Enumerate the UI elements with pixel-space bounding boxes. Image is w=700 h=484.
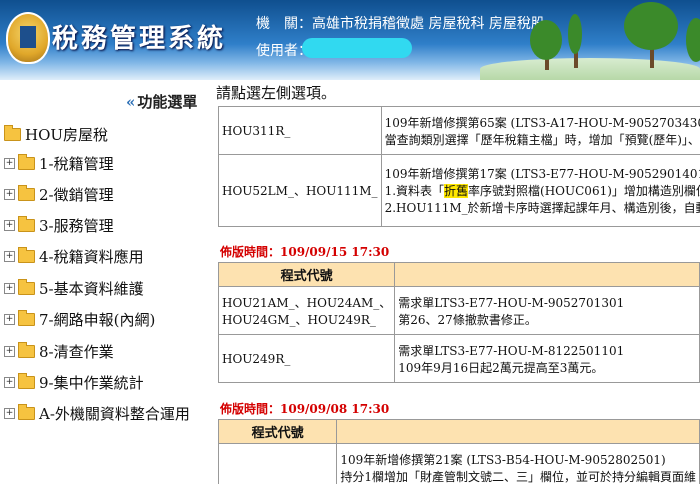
system-title: 稅務管理系統 bbox=[52, 24, 227, 54]
table-header-row: 程式代號 bbox=[217, 262, 700, 287]
change-description: 109年新增修撰第17案 (LTS3-E77-HOU-M-9052901401)… bbox=[380, 154, 700, 227]
expand-plus-icon[interactable]: + bbox=[4, 189, 15, 200]
sidebar-menu: «功能選單 HOU房屋稅 +1-稅籍管理 +2-徵銷管理 +3-服務管理 +4-… bbox=[0, 80, 215, 484]
user-name-redacted bbox=[302, 38, 412, 58]
content-panel: 請點選左側選項。 HOU311R_ 109年新增修撰第65案 (LTS3-A17… bbox=[216, 80, 700, 484]
tree-icon bbox=[530, 20, 562, 60]
program-code: HOU311R_ bbox=[218, 106, 382, 155]
org-info: 機 關：高雄市稅捐稽徵處 房屋稅科 房屋稅股 bbox=[256, 13, 545, 33]
menu-item-7[interactable]: +7-網路申報(內網) bbox=[4, 309, 155, 330]
change-description: 需求單LTS3-E77-HOU-M-8122501101 109年9月16日起2… bbox=[394, 334, 700, 383]
program-code: HOU249R_ bbox=[217, 334, 396, 383]
menu-heading[interactable]: «功能選單 bbox=[126, 91, 197, 112]
release-table-1: HOU311R_ 109年新增修撰第65案 (LTS3-A17-HOU-M-90… bbox=[218, 106, 700, 227]
release-date: 佈版時間：109/09/15 17:30 bbox=[220, 245, 390, 259]
program-code: HOU52LM_、HOU111M_ bbox=[218, 154, 382, 227]
expand-plus-icon[interactable]: + bbox=[4, 158, 15, 169]
table-row: HOU52LM_、HOU111M_ 109年新增修撰第17案 (LTS3-E77… bbox=[218, 154, 700, 227]
folder-icon bbox=[18, 342, 35, 358]
menu-item-5[interactable]: +5-基本資料維護 bbox=[4, 278, 144, 299]
folder-icon bbox=[18, 154, 35, 170]
select-prompt: 請點選左側選項。 bbox=[216, 84, 337, 102]
collapse-arrows-icon[interactable]: « bbox=[126, 93, 135, 111]
agency-logo bbox=[6, 12, 50, 64]
release-date: 佈版時間：109/09/08 17:30 bbox=[220, 402, 390, 416]
menu-item-9[interactable]: +9-集中作業統計 bbox=[4, 372, 144, 393]
menu-item-8[interactable]: +8-清查作業 bbox=[4, 341, 114, 362]
menu-root-hou[interactable]: HOU房屋稅 bbox=[4, 124, 108, 145]
folder-icon bbox=[18, 216, 35, 232]
release-table-2: 程式代號 HOU21AM_、HOU24AM_、 HOU24GM_、HOU249R… bbox=[217, 262, 700, 383]
expand-plus-icon[interactable]: + bbox=[4, 408, 15, 419]
line-with-highlight: 1.資料表「折舊率序號對照檔(HOUC061)」增加構造別欄位，HOU52 bbox=[384, 184, 700, 198]
expand-plus-icon[interactable]: + bbox=[4, 314, 15, 325]
column-header-program-code: 程式代號 bbox=[217, 419, 338, 444]
table-row: HOU249R_ 需求單LTS3-E77-HOU-M-8122501101 10… bbox=[217, 334, 700, 383]
change-description: 需求單LTS3-E77-HOU-M-9052701301 第26、27條撤款書修… bbox=[394, 286, 700, 335]
menu-item-3[interactable]: +3-服務管理 bbox=[4, 215, 114, 236]
table-header-row: 程式代號 bbox=[217, 419, 700, 444]
expand-plus-icon[interactable]: + bbox=[4, 377, 15, 388]
org-value: 高雄市稅捐稽徵處 房屋稅科 房屋稅股 bbox=[312, 16, 545, 32]
expand-plus-icon[interactable]: + bbox=[4, 283, 15, 294]
table-row: HOU21AM_、HOU24AM_、 HOU24GM_、HOU249R_ 需求單… bbox=[217, 286, 700, 335]
change-description: 109年新增修撰第65案 (LTS3-A17-HOU-M-9052703430)… bbox=[380, 106, 700, 155]
folder-icon bbox=[18, 279, 35, 295]
expand-plus-icon[interactable]: + bbox=[4, 220, 15, 231]
folder-open-icon bbox=[4, 125, 21, 141]
org-label: 機 關： bbox=[256, 16, 312, 32]
menu-item-4[interactable]: +4-稅籍資料應用 bbox=[4, 246, 144, 267]
column-header-program-code: 程式代號 bbox=[217, 262, 396, 287]
tree-icon bbox=[624, 2, 678, 50]
menu-item-2[interactable]: +2-徵銷管理 bbox=[4, 184, 114, 205]
tree-icon bbox=[686, 18, 700, 62]
folder-icon bbox=[18, 404, 35, 420]
tree-icon bbox=[568, 14, 582, 54]
app-header: 稅務管理系統 機 關：高雄市稅捐稽徵處 房屋稅科 房屋稅股 使用者： bbox=[0, 0, 700, 80]
folder-icon bbox=[18, 247, 35, 263]
highlighted-term: 折舊 bbox=[444, 184, 469, 198]
change-description: 109年新增修撰第21案 (LTS3-B54-HOU-M-9052802501)… bbox=[336, 443, 700, 484]
folder-icon bbox=[18, 373, 35, 389]
program-code bbox=[217, 443, 338, 484]
expand-plus-icon[interactable]: + bbox=[4, 346, 15, 357]
hill-decoration bbox=[480, 58, 700, 80]
expand-plus-icon[interactable]: + bbox=[4, 251, 15, 262]
table-row: HOU311R_ 109年新增修撰第65案 (LTS3-A17-HOU-M-90… bbox=[218, 106, 700, 155]
program-code: HOU21AM_、HOU24AM_、 HOU24GM_、HOU249R_ bbox=[217, 286, 396, 335]
table-row: 109年新增修撰第21案 (LTS3-B54-HOU-M-9052802501)… bbox=[217, 443, 700, 484]
release-table-3: 程式代號 109年新增修撰第21案 (LTS3-B54-HOU-M-905280… bbox=[217, 419, 700, 484]
folder-icon bbox=[18, 185, 35, 201]
menu-item-1[interactable]: +1-稅籍管理 bbox=[4, 153, 114, 174]
menu-item-a[interactable]: + A-外機關資料整合運用 bbox=[4, 403, 190, 424]
folder-icon bbox=[18, 310, 35, 326]
